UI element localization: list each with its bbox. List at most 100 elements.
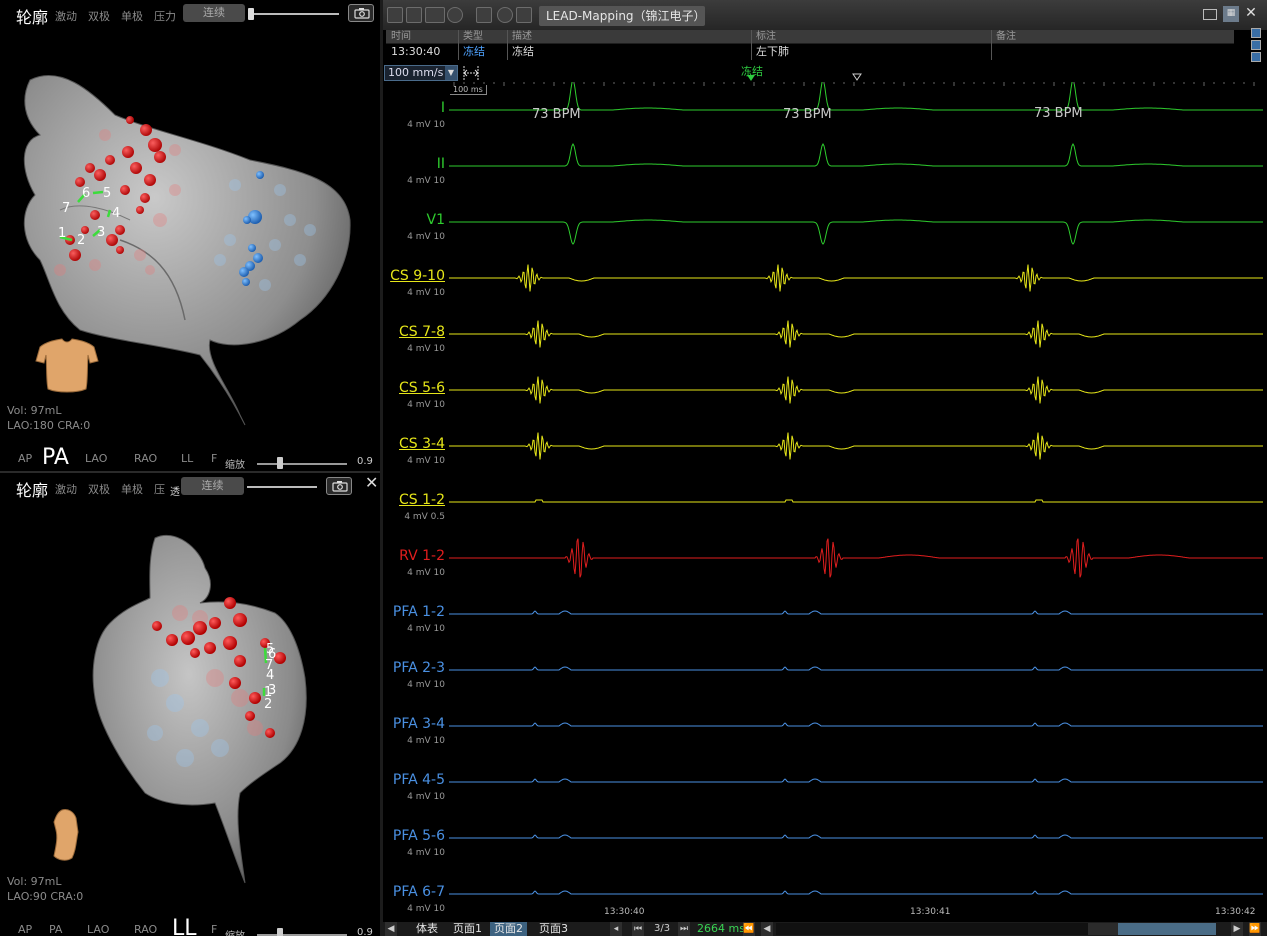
ecg-traces[interactable]	[449, 82, 1263, 912]
channel-name-label[interactable]: V1	[427, 212, 445, 228]
rewind-icon[interactable]: ⏪	[743, 922, 755, 936]
bottom-tab-bipolar[interactable]: 双极	[88, 481, 110, 497]
bottom-angle-info: LAO:90 CRA:0	[7, 890, 84, 903]
table-expand-icon[interactable]	[1251, 28, 1261, 38]
tab-page3[interactable]: 页面3	[535, 922, 572, 936]
bottom-view-f[interactable]: F	[211, 923, 217, 936]
col-time[interactable]: 时间	[388, 30, 411, 43]
channel-name-label[interactable]: I	[441, 100, 445, 116]
channel-name-label[interactable]: PFA 5-6	[393, 828, 445, 844]
bottom-close-icon[interactable]: ✕	[365, 473, 378, 492]
step-forward-icon[interactable]: ▶	[1231, 922, 1243, 936]
fast-forward-icon[interactable]: ⏩	[1249, 922, 1261, 936]
caliper-icon[interactable]	[461, 63, 481, 83]
channel-name-label[interactable]: CS 1-2	[399, 492, 445, 508]
table-row[interactable]: 13:30:40 冻结 冻结 左下肺	[386, 44, 1234, 60]
top-view-ll[interactable]: LL	[181, 452, 193, 465]
channel-name-label[interactable]: PFA 1-2	[393, 604, 445, 620]
cursor-marker-icon[interactable]	[852, 73, 862, 82]
maximize-icon[interactable]	[1203, 9, 1217, 20]
close-window-icon[interactable]: ✕	[1243, 6, 1259, 22]
bottom-3d-view[interactable]: 轮廓 激动 双极 单极 压 透 连续 ✕ 5 6 7 4 3 1 2 Vol: …	[0, 473, 380, 936]
freeze-marker-icon[interactable]	[746, 74, 756, 82]
bottom-opacity-slider[interactable]	[247, 486, 317, 488]
col-notes[interactable]: 备注	[993, 30, 1016, 43]
sweep-speed-select[interactable]: 100 mm/s ▼	[384, 65, 458, 81]
channel-trace	[449, 219, 1263, 245]
channel-scale-label: 4 mV 10	[407, 568, 445, 578]
channel-name-label[interactable]: CS 5-6	[399, 380, 445, 396]
bottom-tab-pressure[interactable]: 压	[154, 481, 165, 497]
tab-page1[interactable]: 页面1	[449, 922, 486, 936]
filter-icon[interactable]	[476, 7, 492, 23]
pin-icon[interactable]	[387, 7, 403, 23]
chevron-down-icon[interactable]: ▼	[445, 66, 457, 80]
page-last-icon[interactable]: ⏭	[678, 922, 690, 936]
col-description[interactable]: 描述	[509, 30, 532, 43]
channel-name-label[interactable]: CS 9-10	[390, 268, 445, 284]
layout-toggle-icon[interactable]: ▦	[1223, 6, 1239, 22]
bottom-zoom-value: 0.9	[357, 927, 373, 936]
event-table[interactable]: 时间 类型 描述 标注 备注 13:30:40 冻结 冻结 左下肺	[386, 30, 1234, 60]
channel-name-label[interactable]: CS 7-8	[399, 324, 445, 340]
timeline-scrollbar-fill[interactable]	[1118, 923, 1216, 935]
channel-name-label[interactable]: PFA 6-7	[393, 884, 445, 900]
top-zoom-slider[interactable]	[257, 463, 347, 465]
top-tab-bipolar[interactable]: 双极	[88, 8, 110, 24]
channel-name-label[interactable]: PFA 2-3	[393, 660, 445, 676]
refresh-icon[interactable]	[497, 7, 513, 23]
step-back-icon[interactable]: ◀	[761, 922, 773, 936]
top-tab-pressure[interactable]: 压力	[154, 8, 176, 24]
top-tab-unipolar[interactable]: 单极	[121, 8, 143, 24]
top-3d-view[interactable]: 轮廓 激动 双极 单极 压力 连续 1 2 3 4 5 6 7 Vol: 97m…	[0, 0, 380, 471]
svg-text:3: 3	[97, 225, 105, 240]
channel-trace	[449, 890, 1263, 895]
tab-page2[interactable]: 页面2	[490, 922, 527, 936]
top-view-lao[interactable]: LAO	[85, 452, 107, 465]
channel-name-label[interactable]: II	[437, 156, 445, 172]
bottom-zoom-knob[interactable]	[277, 928, 283, 936]
top-tab-activation[interactable]: 激动	[55, 8, 77, 24]
bottom-tab-transparency: 透	[170, 487, 180, 498]
bottom-tab-activation[interactable]: 激动	[55, 481, 77, 497]
page-prev-icon[interactable]: ◂	[610, 922, 622, 936]
layout-icon[interactable]	[406, 7, 422, 23]
top-zoom-knob[interactable]	[277, 457, 283, 469]
col-annotation[interactable]: 标注	[753, 30, 776, 43]
bottom-tab-unipolar[interactable]: 单极	[121, 481, 143, 497]
bottom-view-toolbar: 轮廓 激动 双极 单极 压 透 连续 ✕	[0, 473, 380, 501]
bottom-camera-icon[interactable]	[326, 477, 352, 495]
pause-icon[interactable]	[447, 7, 463, 23]
top-opacity-slider-knob[interactable]	[248, 8, 254, 20]
top-view-rao[interactable]: RAO	[134, 452, 157, 465]
bottom-view-ap[interactable]: AP	[18, 923, 32, 936]
channel-name-label[interactable]: PFA 4-5	[393, 772, 445, 788]
ecg-trace-area[interactable]: 100 ms I4 mV 10 II 4 mV 10 V1 4 mV 10 CS 9-10…	[383, 82, 1267, 920]
bottom-view-pa[interactable]: PA	[49, 923, 62, 936]
top-view-f[interactable]: F	[211, 452, 217, 465]
page-first-icon[interactable]: ⏮	[632, 922, 644, 936]
bottom-continuous-button[interactable]: 连续	[181, 477, 244, 495]
scroll-left-icon[interactable]: ◀	[385, 922, 397, 936]
row-time: 13:30:40	[391, 45, 441, 58]
bottom-view-rao[interactable]: RAO	[134, 923, 157, 936]
channel-name-label[interactable]: CS 3-4	[399, 436, 445, 452]
top-view-toolbar: 轮廓 激动 双极 单极 压力 连续	[0, 0, 380, 28]
channel-name-label[interactable]: PFA 3-4	[393, 716, 445, 732]
timeline-scrollbar-thumb[interactable]	[1088, 923, 1118, 935]
bottom-view-lao[interactable]: LAO	[87, 923, 109, 936]
settings-icon[interactable]	[516, 7, 532, 23]
top-view-pa[interactable]: PA	[42, 445, 69, 470]
tab-surface[interactable]: 体表	[412, 922, 442, 936]
channel-scale-label: 4 mV 10	[407, 736, 445, 746]
col-type[interactable]: 类型	[460, 30, 483, 43]
table-collapse-icon[interactable]	[1251, 40, 1261, 50]
top-opacity-slider[interactable]	[249, 13, 339, 15]
top-camera-icon[interactable]	[348, 4, 374, 22]
top-continuous-button[interactable]: 连续	[183, 4, 245, 22]
table-list-icon[interactable]	[1251, 52, 1261, 62]
top-view-ap[interactable]: AP	[18, 452, 32, 465]
bottom-view-ll[interactable]: LL	[172, 916, 197, 936]
channel-name-label[interactable]: RV 1-2	[399, 548, 445, 564]
grid-icon[interactable]	[425, 7, 445, 23]
